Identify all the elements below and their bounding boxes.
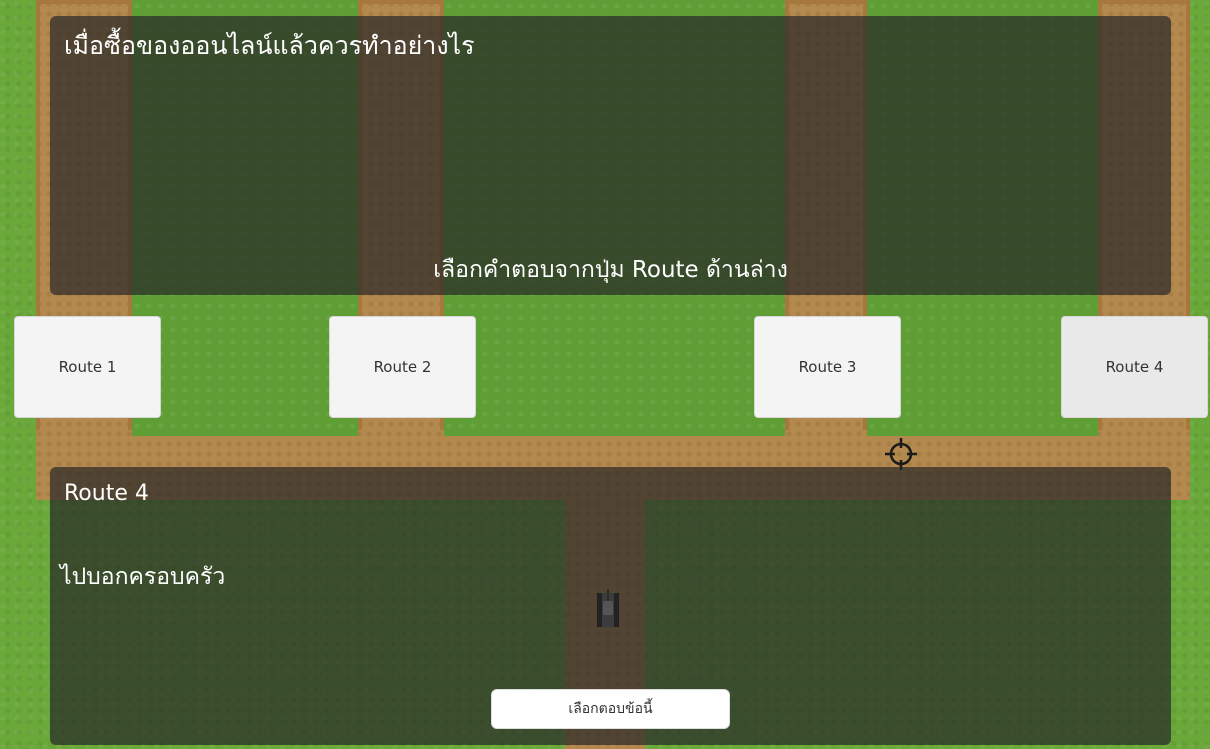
route-4-button[interactable]: Route 4 <box>1061 316 1208 418</box>
tank-sprite <box>597 589 619 627</box>
question-text: เมื่อซื้อของออนไลน์แล้วควรทำอย่างไร <box>64 31 475 60</box>
route-2-label: Route 2 <box>373 358 432 376</box>
route-4-label: Route 4 <box>1105 358 1164 376</box>
route-1-button[interactable]: Route 1 <box>14 316 161 418</box>
question-panel: เมื่อซื้อของออนไลน์แล้วควรทำอย่างไร เลือ… <box>50 16 1171 295</box>
game-stage[interactable]: เมื่อซื้อของออนไลน์แล้วควรทำอย่างไร เลือ… <box>0 0 1210 749</box>
selected-route-title: Route 4 <box>64 481 149 506</box>
route-3-label: Route 3 <box>798 358 857 376</box>
select-answer-button[interactable]: เลือกตอบข้อนี้ <box>491 689 730 729</box>
route-2-button[interactable]: Route 2 <box>329 316 476 418</box>
crosshair-icon <box>885 438 917 470</box>
instruction-text: เลือกคำตอบจากปุ่ม Route ด้านล่าง <box>433 257 788 283</box>
route-1-label: Route 1 <box>58 358 117 376</box>
route-3-button[interactable]: Route 3 <box>754 316 901 418</box>
select-answer-label: เลือกตอบข้อนี้ <box>568 701 653 717</box>
answer-text: ไปบอกครอบครัว <box>60 564 226 590</box>
